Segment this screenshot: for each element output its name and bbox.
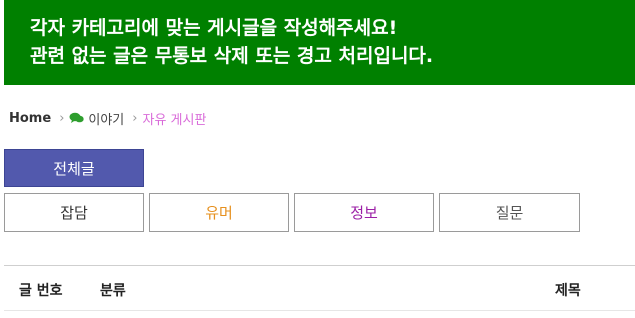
tab-all-posts[interactable]: 전체글 [4,149,144,187]
notice-banner: 각자 카테고리에 맞는 게시글을 작성해주세요! 관련 없는 글은 무통보 삭제… [4,0,635,85]
breadcrumb-current[interactable]: 자유 게시판 [142,109,206,128]
column-header-title[interactable]: 제목 [555,280,581,300]
tab-info[interactable]: 정보 [294,193,434,232]
column-header-category[interactable]: 분류 [100,280,126,300]
table-header-row: 글 번호 분류 제목 [4,265,635,311]
tab-question[interactable]: 질문 [439,193,580,232]
tab-chat[interactable]: 잡담 [4,193,144,232]
tab-humor[interactable]: 유머 [149,193,289,232]
notice-line-2: 관련 없는 글은 무통보 삭제 또는 경고 처리입니다. [30,45,434,67]
breadcrumb-separator: › [132,110,138,126]
chat-bubbles-icon [69,112,85,124]
breadcrumb-home-link[interactable]: Home [9,111,51,126]
column-header-number[interactable]: 글 번호 [19,280,63,300]
breadcrumb-board-link[interactable]: 이야기 [88,109,124,128]
breadcrumb-separator: › [59,110,65,126]
breadcrumb: Home › 이야기 › 자유 게시판 [9,108,206,128]
notice-line-1: 각자 카테고리에 맞는 게시글을 작성해주세요! [30,17,398,39]
